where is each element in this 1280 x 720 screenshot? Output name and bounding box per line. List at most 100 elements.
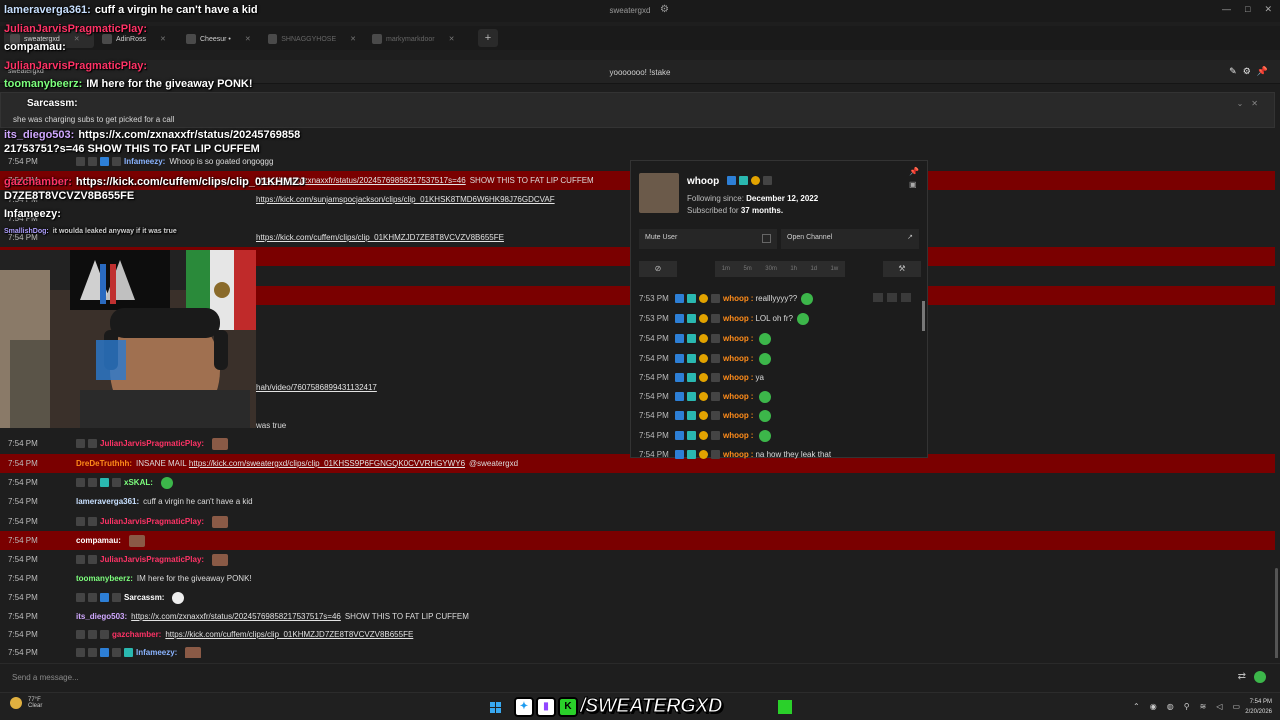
chrome-icon[interactable]: ◉ [1150,702,1157,711]
weather-widget[interactable]: 77°F Clear [10,697,42,709]
open-channel-button[interactable]: Open Channel ↗ [781,229,919,249]
emote-icon [128,534,145,547]
chat-username[interactable]: Infameezy: [124,157,165,166]
settings-icon[interactable]: ⚙ [1243,66,1251,77]
chat-message[interactable]: 7:54 PM gazchamber: https://kick.com/cuffe… [0,625,1275,644]
ban-button[interactable]: ⊘ [639,261,677,277]
message-link[interactable]: https://kick.com/sweatergxd/clips/clip_0… [189,459,465,468]
chat-username[interactable]: JulianJarvisPragmaticPlay: [100,517,204,526]
message-link[interactable]: https://kick.com/cuffem/clips/clip_01KHM… [256,233,504,242]
timeout-1w[interactable]: 1w [831,266,839,272]
chat-username[interactable]: whoop [723,392,749,401]
chat-username[interactable]: lameraverga361: [76,497,139,506]
popout-icon[interactable]: ▣ [909,180,919,189]
chat-username[interactable]: JulianJarvisPragmaticPlay: [100,439,204,448]
minimize-button[interactable]: — [1222,4,1231,15]
emote-picker-icon[interactable] [1254,671,1266,683]
pin-window-icon[interactable]: 📌 [1257,66,1268,77]
chat-username[interactable]: whoop [723,373,749,382]
sword-badge-icon [675,411,684,420]
timeout-30m[interactable]: 30m [765,266,777,272]
pin-icon[interactable]: 📌 [909,167,919,176]
history-message[interactable]: 7:54 PM whoop: [631,349,921,368]
chat-message[interactable]: 7:54 PM JulianJarvisPragmaticPlay: [0,550,1275,569]
pin-icon[interactable]: ✎ [1229,66,1237,77]
close-icon[interactable]: ✕ [160,35,166,43]
message-link[interactable]: https://x.com/zxnaxxfr/status/2024576985… [131,612,341,621]
message-link[interactable]: https://kick.com/cuffem/clips/clip_01KHM… [165,630,413,639]
chat-message[interactable]: 7:54 PM toomanybeerz: IM here for the give… [0,569,1275,588]
network-icon[interactable]: ◍ [1167,702,1174,711]
chat-message[interactable]: 7:54 PM xSKAL: [0,473,1275,492]
add-tab-button[interactable]: + [478,29,498,47]
chat-username[interactable]: whoop [723,354,749,363]
history-message[interactable]: 7:53 PM whoop: LOL oh fr? [631,309,921,328]
pin-icon[interactable] [873,293,883,302]
timeout-1h[interactable]: 1h [790,266,797,272]
mod-button[interactable]: ⚒ [883,261,921,277]
chat-message[interactable]: 7:54 PM compamau: [0,531,1275,550]
history-message[interactable]: 7:54 PM whoop: [631,406,921,425]
battery-icon[interactable]: ▭ [1232,702,1240,711]
mute-user-button[interactable]: Mute User [639,229,777,249]
chat-username[interactable]: DreDeTruthhh: [76,459,132,468]
timeout-5m[interactable]: 5m [743,266,751,272]
windows-start-icon[interactable] [490,702,501,713]
chat-message[interactable]: 7:54 PM lameraverga361: cuff a virgin he c… [0,492,1275,511]
chat-message[interactable]: 7:54 PM Infameezy: [0,643,1275,658]
timeout-1d[interactable]: 1d [810,266,817,272]
chat-username[interactable]: whoop [723,450,749,459]
chat-username[interactable]: toomanybeerz: [76,574,133,583]
chat-username[interactable]: whoop [723,431,749,440]
chat-username[interactable]: Sarcassm: [124,593,164,602]
volume-icon[interactable]: ◁ [1216,702,1222,711]
maximize-button[interactable]: □ [1245,4,1250,15]
chevron-up-icon[interactable]: ⌃ [1133,702,1140,711]
mic-icon[interactable]: ⚲ [1184,702,1190,711]
chat-username[interactable]: whoop [723,294,749,303]
mute-checkbox[interactable] [762,234,771,243]
close-icon[interactable]: ✕ [74,35,80,43]
history-message[interactable]: 7:54 PM whoop: ya [631,368,921,387]
chat-username[interactable]: whoop [723,334,749,343]
chat-username[interactable]: whoop [723,411,749,420]
history-message[interactable]: 7:54 PM whoop: na how they leak that [631,445,921,464]
reply-icon[interactable] [887,293,897,302]
history-message[interactable]: 7:54 PM whoop: [631,329,921,348]
close-icon[interactable]: ✕ [449,35,455,43]
chevron-down-icon[interactable]: ⌄ [1237,99,1244,108]
chat-username[interactable]: JulianJarvisPragmaticPlay: [100,555,204,564]
chat-username[interactable]: gazchamber: [112,630,161,639]
chat-message[interactable]: 7:54 PM its_diego503: https://x.com/zxnaxx… [0,607,1275,626]
wifi-icon[interactable]: ≋ [1200,702,1207,711]
copy-icon[interactable] [901,293,911,302]
history-message[interactable]: 7:54 PM whoop: [631,387,921,406]
close-icon[interactable]: ✕ [245,35,251,43]
chat-username[interactable]: Infameezy: [136,648,177,657]
chat-username[interactable]: xSKAL: [124,478,153,487]
tab-cheesur[interactable]: Cheesur • ✕ [180,30,260,48]
close-icon[interactable]: ✕ [1251,99,1258,108]
gear-icon[interactable]: ⚙ [660,4,669,15]
chat-username[interactable]: whoop [723,314,749,323]
close-button[interactable]: ✕ [1264,4,1272,15]
kick-app-icon[interactable] [778,700,792,714]
chat-input[interactable] [4,667,1220,687]
history-message[interactable]: 7:54 PM whoop: [631,426,921,445]
message-link[interactable]: https://kick.com/sunjamspocjackson/clips… [256,195,555,204]
clock[interactable]: 7:54 PM 2/20/2026 [1245,697,1272,717]
close-icon[interactable]: ✕ [350,35,356,43]
history-message[interactable]: 7:53 PM whoop: realllyyyy?? [631,289,921,308]
message-text: was true [256,421,287,430]
chat-scrollbar[interactable] [1275,568,1278,658]
timeout-1m[interactable]: 1m [722,266,730,272]
message-link[interactable]: hah/video/7607586899431132417 [256,383,377,392]
translate-icon[interactable]: ⇄ [1238,671,1246,682]
chat-message[interactable]: 7:54 PM JulianJarvisPragmaticPlay: [0,512,1275,531]
chat-username[interactable]: compamau: [76,536,121,545]
tab-shnaggyhose[interactable]: SHNAGGYHOSE ✕ [262,30,362,48]
chat-message[interactable]: 7:54 PM Sarcassm: [0,588,1275,607]
chat-username[interactable]: its_diego503: [76,612,127,621]
tab-markymarkdoor[interactable]: markymarkdoor ✕ [366,30,466,48]
history-scrollbar[interactable] [922,301,925,331]
